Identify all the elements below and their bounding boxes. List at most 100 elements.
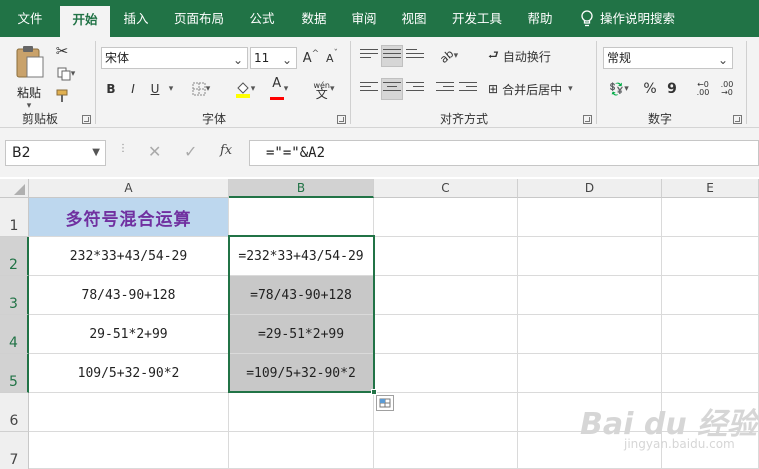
format-painter-icon[interactable] bbox=[52, 86, 72, 106]
font-size-select[interactable]: 11 ⌄ bbox=[250, 47, 297, 69]
wrap-text-button[interactable]: ⮐ 自动换行 bbox=[488, 45, 560, 67]
tab-view[interactable]: 视图 bbox=[394, 0, 434, 37]
row-header-7[interactable]: 7 bbox=[0, 432, 29, 469]
cell-a3[interactable]: 78/43-90+128 bbox=[29, 276, 229, 315]
cell-c7[interactable] bbox=[374, 432, 518, 469]
italic-button[interactable]: I bbox=[124, 78, 142, 100]
cell-c5[interactable] bbox=[374, 354, 518, 393]
cell-e4[interactable] bbox=[662, 315, 759, 354]
quick-analysis-button[interactable] bbox=[376, 395, 394, 411]
align-bottom-icon[interactable] bbox=[404, 45, 426, 67]
cell-b5[interactable]: =109/5+32-90*2 bbox=[229, 354, 374, 393]
row-header-6[interactable]: 6 bbox=[0, 393, 29, 432]
orientation-button[interactable]: ab ▾ bbox=[434, 45, 464, 67]
cell-c2[interactable] bbox=[374, 237, 518, 276]
decrease-decimal-button[interactable]: .00 →0 bbox=[716, 78, 738, 100]
column-header-d[interactable]: D bbox=[518, 179, 662, 198]
font-name-select[interactable]: 宋体 ⌄ bbox=[101, 47, 248, 69]
number-format-select[interactable]: 常规 ⌄ bbox=[603, 47, 733, 69]
increase-decimal-button[interactable]: ←0.00 bbox=[692, 78, 714, 100]
cell-d5[interactable] bbox=[518, 354, 662, 393]
column-header-a[interactable]: A bbox=[29, 179, 229, 198]
align-top-icon[interactable] bbox=[358, 45, 380, 67]
cancel-icon[interactable]: ✕ bbox=[148, 142, 161, 161]
number-launcher-icon[interactable] bbox=[733, 115, 742, 124]
column-header-e[interactable]: E bbox=[662, 179, 759, 198]
copy-button[interactable]: ▾ bbox=[52, 64, 80, 84]
tab-file[interactable]: 文件 bbox=[8, 0, 52, 37]
align-right-icon[interactable] bbox=[404, 78, 426, 100]
comma-style-button[interactable]: 9 bbox=[662, 78, 682, 100]
row-header-5[interactable]: 5 bbox=[0, 354, 29, 393]
cell-b4[interactable]: =29-51*2+99 bbox=[229, 315, 374, 354]
cell-b2-active[interactable]: =232*33+43/54-29 bbox=[229, 237, 374, 276]
cell-b1[interactable] bbox=[229, 198, 374, 237]
font-launcher-icon[interactable] bbox=[337, 115, 346, 124]
enter-check-icon[interactable]: ✓ bbox=[184, 142, 197, 161]
grip-icon[interactable]: ⋮ bbox=[118, 144, 128, 160]
align-middle-icon[interactable] bbox=[381, 45, 403, 67]
tab-page-layout[interactable]: 页面布局 bbox=[168, 0, 230, 37]
name-box[interactable]: B2 ▼ bbox=[5, 140, 106, 166]
phonetic-button[interactable]: wén 文 ▾ bbox=[308, 78, 340, 100]
percent-button[interactable]: % bbox=[640, 78, 660, 100]
cell-a6[interactable] bbox=[29, 393, 229, 432]
align-left-icon[interactable] bbox=[358, 78, 380, 100]
underline-dropdown-icon[interactable]: ▾ bbox=[166, 78, 176, 100]
cell-e3[interactable] bbox=[662, 276, 759, 315]
select-all-corner[interactable] bbox=[0, 179, 29, 198]
paste-button[interactable]: 粘贴 ▾ bbox=[12, 43, 46, 111]
cell-a4[interactable]: 29-51*2+99 bbox=[29, 315, 229, 354]
align-center-icon[interactable] bbox=[381, 78, 403, 100]
decrease-indent-icon[interactable] bbox=[434, 78, 456, 100]
cell-b7[interactable] bbox=[229, 432, 374, 469]
insert-function-button[interactable]: fx bbox=[220, 143, 232, 158]
cell-d2[interactable] bbox=[518, 237, 662, 276]
cut-icon[interactable]: ✂ bbox=[52, 41, 72, 61]
cell-e5[interactable] bbox=[662, 354, 759, 393]
cell-c6[interactable] bbox=[374, 393, 518, 432]
tab-help[interactable]: 帮助 bbox=[520, 0, 560, 37]
cell-c3[interactable] bbox=[374, 276, 518, 315]
column-header-c[interactable]: C bbox=[374, 179, 518, 198]
cell-d4[interactable] bbox=[518, 315, 662, 354]
font-color-button[interactable]: A ▾ bbox=[264, 77, 294, 100]
formula-input[interactable]: ="="&A2 bbox=[249, 140, 759, 166]
tab-home[interactable]: 开始 bbox=[60, 6, 110, 37]
row-header-2[interactable]: 2 bbox=[0, 237, 29, 276]
column-header-b[interactable]: B bbox=[229, 179, 374, 198]
tab-formulas[interactable]: 公式 bbox=[242, 0, 282, 37]
copy-dropdown-icon[interactable]: ▾ bbox=[71, 69, 76, 79]
cell-e2[interactable] bbox=[662, 237, 759, 276]
row-header-1[interactable]: 1 bbox=[0, 198, 29, 237]
accounting-format-button[interactable]: 💱 ▾ bbox=[604, 78, 634, 100]
cell-c4[interactable] bbox=[374, 315, 518, 354]
tab-insert[interactable]: 插入 bbox=[116, 0, 156, 37]
cell-b3[interactable]: =78/43-90+128 bbox=[229, 276, 374, 315]
cell-d1[interactable] bbox=[518, 198, 662, 237]
cell-b6[interactable] bbox=[229, 393, 374, 432]
cell-a7[interactable] bbox=[29, 432, 229, 469]
tab-review[interactable]: 审阅 bbox=[344, 0, 384, 37]
alignment-launcher-icon[interactable] bbox=[583, 115, 592, 124]
row-header-3[interactable]: 3 bbox=[0, 276, 29, 315]
cell-a1-title[interactable]: 多符号混合运算 bbox=[29, 198, 229, 237]
cell-e1[interactable] bbox=[662, 198, 759, 237]
cell-c1[interactable] bbox=[374, 198, 518, 237]
grow-font-button[interactable]: A ^ bbox=[301, 47, 321, 69]
underline-button[interactable]: U bbox=[146, 78, 164, 100]
row-header-4[interactable]: 4 bbox=[0, 315, 29, 354]
cell-a5[interactable]: 109/5+32-90*2 bbox=[29, 354, 229, 393]
tell-me-search[interactable]: 操作说明搜索 bbox=[600, 0, 692, 37]
borders-button[interactable]: ▾ bbox=[188, 78, 214, 100]
cell-a2[interactable]: 232*33+43/54-29 bbox=[29, 237, 229, 276]
merge-center-button[interactable]: ⊞ 合并后居中 ▾ bbox=[488, 78, 584, 100]
tab-developer[interactable]: 开发工具 bbox=[446, 0, 508, 37]
tab-data[interactable]: 数据 bbox=[294, 0, 334, 37]
bold-button[interactable]: B bbox=[102, 78, 120, 100]
cell-d3[interactable] bbox=[518, 276, 662, 315]
fill-color-button[interactable]: ▾ bbox=[230, 78, 260, 100]
shrink-font-button[interactable]: Aˇ bbox=[322, 47, 342, 69]
increase-indent-icon[interactable] bbox=[457, 78, 479, 100]
clipboard-launcher-icon[interactable] bbox=[82, 115, 91, 124]
